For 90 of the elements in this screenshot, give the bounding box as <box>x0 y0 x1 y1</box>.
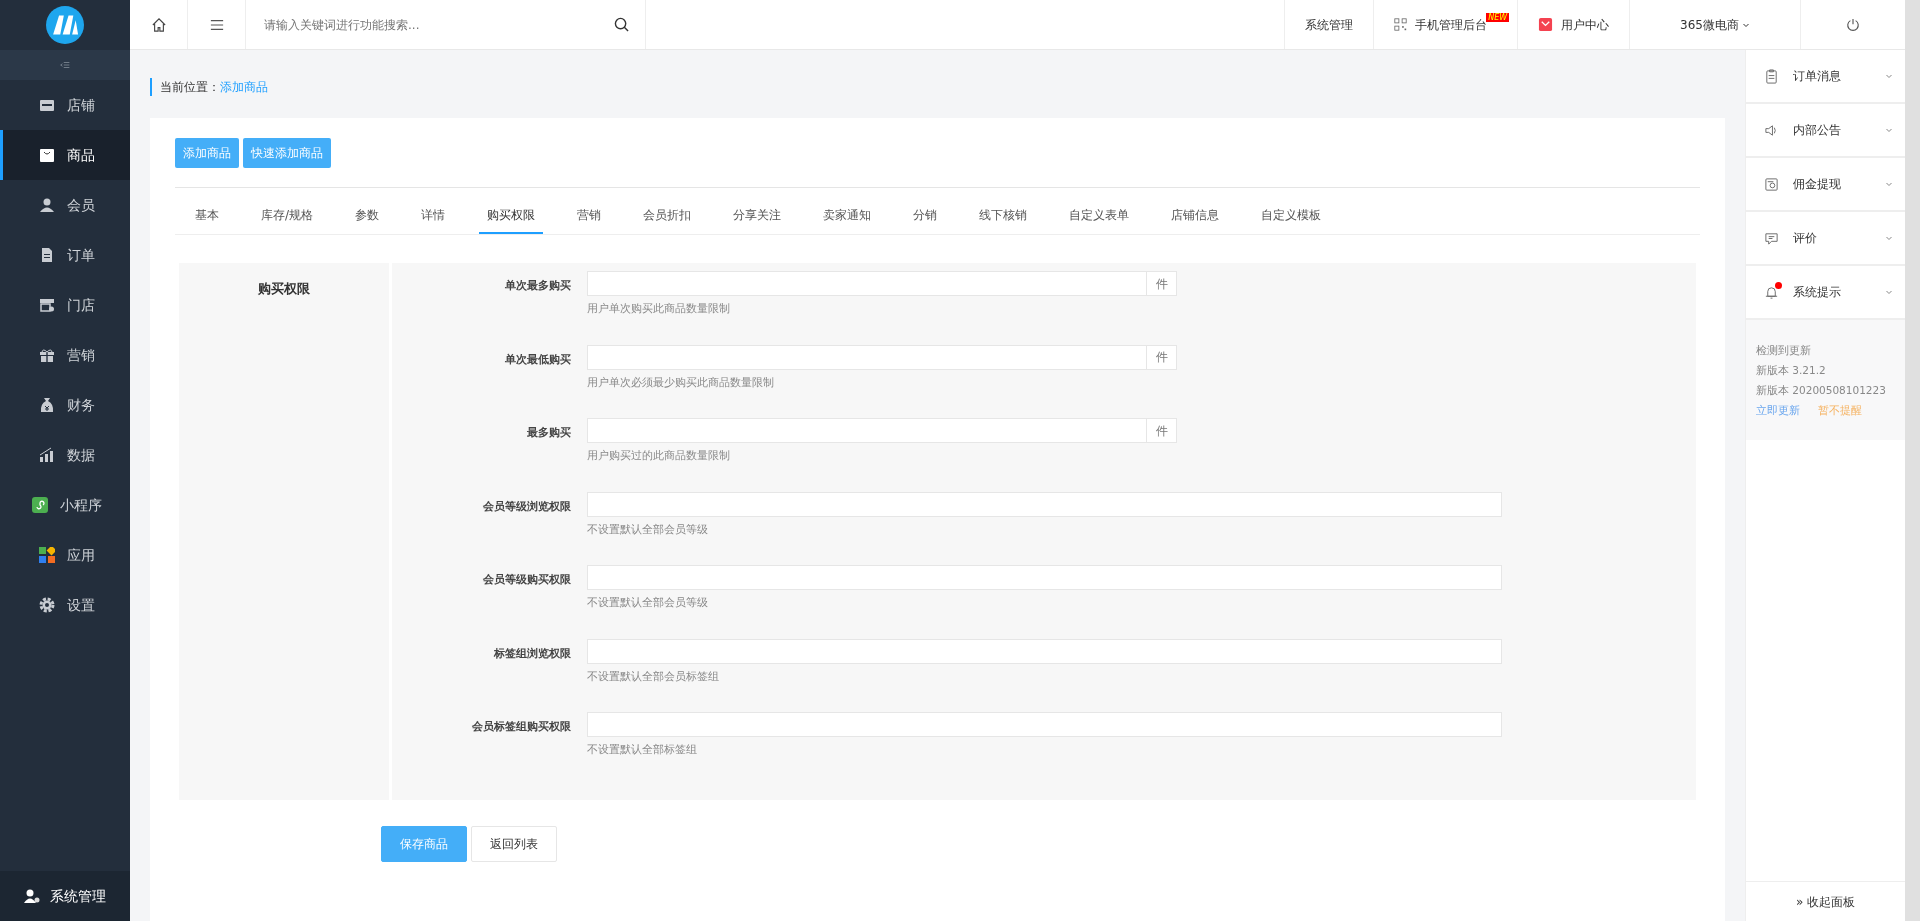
field-hint: 用户单次购买此商品数量限制 <box>587 301 731 317</box>
logo-icon <box>46 6 84 44</box>
speaker-icon <box>1764 122 1779 138</box>
unit-addon: 件 <box>1147 418 1177 443</box>
update-text: 检测到更新 <box>1756 343 1812 358</box>
money-bag-icon <box>38 397 55 413</box>
chevron-icon <box>1885 126 1893 134</box>
input-field[interactable] <box>587 712 1502 737</box>
field-hint: 不设置默认全部会员标签组 <box>587 668 720 685</box>
shop-icon <box>38 297 55 313</box>
sidebar-item[interactable]: 店铺 <box>0 80 130 130</box>
update-text: 新版本 20200508101223 <box>1756 383 1887 398</box>
bag-icon <box>38 147 55 163</box>
tab[interactable]: 自定义模板 <box>1261 206 1322 234</box>
field-label: 会员等级浏览权限 <box>482 498 572 515</box>
tab[interactable]: 会员折扣 <box>643 206 692 234</box>
sidebar-item[interactable]: 数据 <box>0 430 130 480</box>
top-nav-link[interactable]: 用户中心 <box>1517 0 1630 49</box>
bell-icon <box>1764 284 1779 300</box>
input-field[interactable] <box>587 271 1147 296</box>
mini-program-icon <box>31 497 48 513</box>
field-hint: 用户购买过的此商品数量限制 <box>587 448 731 464</box>
update-text: 新版本 3.21.2 <box>1756 363 1827 378</box>
input-field[interactable] <box>587 418 1147 443</box>
chevron-icon <box>1885 234 1893 242</box>
collapse-icon <box>59 60 71 70</box>
tab[interactable]: 自定义表单 <box>1069 206 1130 234</box>
tab[interactable]: 分销 <box>913 206 938 234</box>
top-nav-link[interactable]: 系统管理 <box>1284 0 1374 49</box>
system-admin-link[interactable]: 系统管理 <box>0 871 130 921</box>
tab[interactable]: 分享关注 <box>733 206 782 234</box>
tab[interactable]: 卖家通知 <box>823 206 872 234</box>
field-label: 会员等级购买权限 <box>482 572 572 588</box>
tab[interactable]: 参数 <box>355 206 380 234</box>
scrollbar[interactable] <box>1905 0 1920 921</box>
input-field[interactable] <box>587 638 1502 664</box>
sidebar-item[interactable]: 营销 <box>0 330 130 380</box>
back-button[interactable]: 返回列表 <box>471 825 557 862</box>
field-hint: 用户单次必须最少购买此商品数量限制 <box>587 374 775 391</box>
sidebar-item[interactable]: 应用 <box>0 530 130 580</box>
input-field[interactable] <box>587 491 1502 517</box>
tab[interactable]: 基本 <box>195 206 219 234</box>
field-hint: 不设置默认全部标签组 <box>587 742 698 758</box>
bar-chart-icon <box>38 447 55 463</box>
unit-addon: 件 <box>1147 344 1177 370</box>
tab[interactable]: 营销 <box>577 206 602 234</box>
breadcrumb-label: 当前位置： <box>160 80 220 94</box>
gift-icon <box>38 347 55 363</box>
sidebar-item[interactable]: 小程序 <box>0 480 130 530</box>
apps-icon <box>38 547 55 563</box>
input-field[interactable] <box>587 344 1147 370</box>
search-icon <box>614 17 629 32</box>
chevron-icon <box>1885 72 1893 80</box>
qr-grid-icon <box>1394 18 1408 31</box>
wallet-icon <box>1764 176 1779 192</box>
sidebar-item[interactable]: 会员 <box>0 180 130 230</box>
power-icon <box>1846 17 1860 32</box>
tab[interactable]: 购买权限 <box>479 206 544 234</box>
tab[interactable]: 详情 <box>421 206 446 234</box>
field-label: 会员标签组购买权限 <box>471 719 572 735</box>
comment-icon <box>1764 230 1779 246</box>
sidebar-item[interactable]: 财务 <box>0 380 130 430</box>
new-badge: NEW <box>1486 13 1510 22</box>
admin-user-icon <box>24 888 40 904</box>
clipboard-icon <box>1764 68 1779 84</box>
field-label: 单次最低购买 <box>504 351 572 368</box>
unit-addon: 件 <box>1147 271 1177 296</box>
store-icon <box>38 97 55 113</box>
field-label: 单次最多购买 <box>504 278 572 294</box>
tab[interactable]: 店铺信息 <box>1171 206 1220 234</box>
sidebar-item[interactable]: 商品 <box>0 130 130 180</box>
sidebar-item[interactable]: 设置 <box>0 580 130 630</box>
field-label: 标签组浏览权限 <box>493 645 572 662</box>
home-icon <box>151 17 166 32</box>
settings-icon <box>38 597 55 613</box>
chevron-icon <box>1885 180 1893 188</box>
user-center-icon <box>1538 17 1554 32</box>
top-nav-link[interactable]: 365微电商 <box>1629 0 1800 49</box>
section-title: 购买权限 <box>258 281 310 296</box>
menu-icon <box>209 17 224 32</box>
sidebar-item[interactable]: 订单 <box>0 230 130 280</box>
field-hint: 不设置默认全部会员等级 <box>587 521 709 538</box>
person-icon <box>38 197 55 213</box>
input-field[interactable] <box>587 565 1502 590</box>
field-hint: 不设置默认全部会员等级 <box>587 595 709 611</box>
tab[interactable]: 线下核销 <box>979 206 1028 234</box>
chevron-icon <box>1885 288 1893 296</box>
tab[interactable]: 库存/规格 <box>261 206 314 234</box>
sidebar-item[interactable]: 门店 <box>0 280 130 330</box>
field-label: 最多购买 <box>526 425 572 441</box>
